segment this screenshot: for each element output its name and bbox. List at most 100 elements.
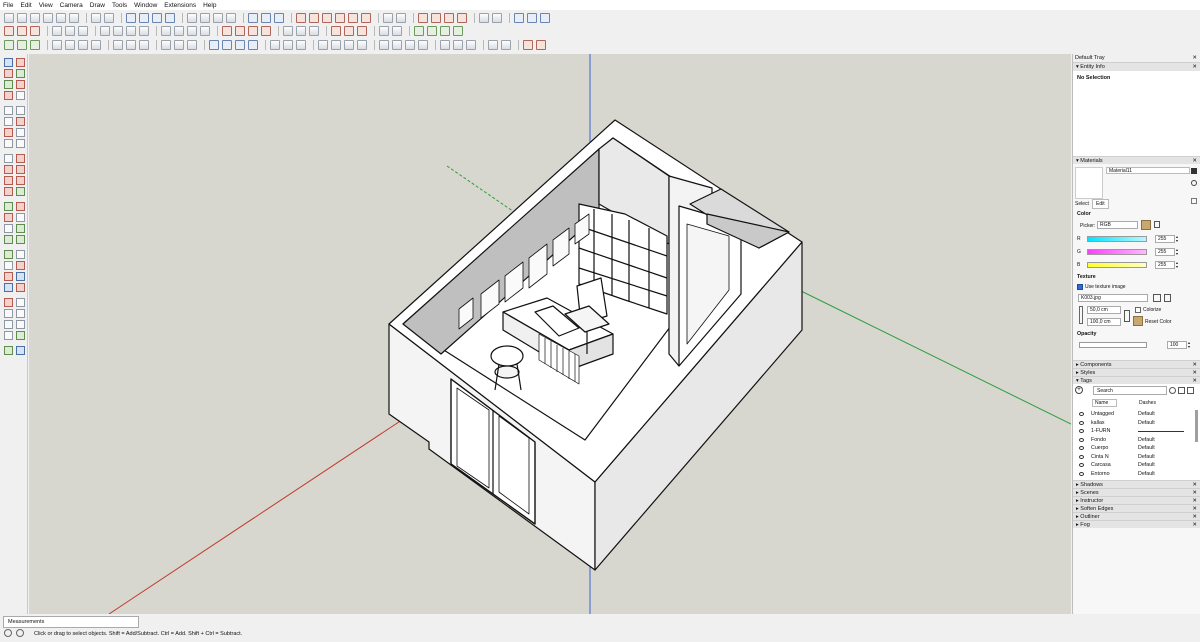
section-header[interactable]: ▸ Outliner ✕ xyxy=(1073,512,1200,520)
tag-dashes[interactable]: Default xyxy=(1138,437,1155,443)
tool-icon[interactable] xyxy=(16,91,25,100)
b-slider[interactable] xyxy=(1087,262,1147,268)
measurements-box[interactable]: Measurements xyxy=(3,616,139,628)
texture-file-field[interactable]: K003.jpg xyxy=(1078,294,1148,302)
toolbar-tb2-icon[interactable] xyxy=(174,25,184,36)
toolbar-tb1-icon[interactable] xyxy=(396,12,406,23)
toolbar-tb2-icon[interactable] xyxy=(161,25,171,36)
use-texture-checkbox[interactable] xyxy=(1077,284,1083,290)
tag-row[interactable]: Cinta N Default xyxy=(1077,454,1195,463)
tool-icon[interactable] xyxy=(4,261,13,270)
tool-icon[interactable] xyxy=(4,80,13,89)
tag-search-icon[interactable] xyxy=(1169,387,1176,394)
tool-icon[interactable] xyxy=(16,128,25,137)
tool-icon[interactable] xyxy=(4,106,13,115)
modeling-viewport[interactable] xyxy=(29,54,1071,614)
menu-edit[interactable]: Edit xyxy=(20,2,31,9)
tool-icon[interactable] xyxy=(4,69,13,78)
toolbar-tb1-icon[interactable] xyxy=(261,12,271,23)
toolbar-tb1-icon[interactable] xyxy=(457,12,467,23)
toolbar-tb2-icon[interactable] xyxy=(344,25,354,36)
section-header[interactable]: ▸ Instructor ✕ xyxy=(1073,496,1200,504)
toolbar-tb1-icon[interactable] xyxy=(296,12,306,23)
toolbar-tb2-icon[interactable] xyxy=(392,25,402,36)
toolbar-tb2-icon[interactable] xyxy=(261,25,271,36)
tool-icon[interactable] xyxy=(4,309,13,318)
visibility-eye-icon[interactable] xyxy=(1079,420,1084,425)
toolbar-tb2-icon[interactable] xyxy=(78,25,88,36)
r-spinner[interactable]: ▴ ▾ xyxy=(1176,235,1180,243)
menu-file[interactable]: File xyxy=(3,2,13,9)
menu-camera[interactable]: Camera xyxy=(60,2,83,9)
toolbar-tb3-icon[interactable] xyxy=(296,39,306,50)
tags-scrollbar[interactable] xyxy=(1195,410,1198,442)
tag-dashes[interactable]: Default xyxy=(1138,420,1155,426)
toolbar-tb2-icon[interactable] xyxy=(453,25,463,36)
tool-icon[interactable] xyxy=(16,346,25,355)
toolbar-tb1-icon[interactable] xyxy=(479,12,489,23)
toolbar-tb3-icon[interactable] xyxy=(405,39,415,50)
tray-close-icon[interactable]: ✕ xyxy=(1192,54,1197,62)
toolbar-tb3-icon[interactable] xyxy=(222,39,232,50)
info-icon[interactable] xyxy=(16,629,24,637)
styles-header[interactable]: ▸ Styles ✕ xyxy=(1073,368,1200,376)
texture-height-field[interactable]: 100,0 cm xyxy=(1087,318,1121,326)
toolbar-tb3-icon[interactable] xyxy=(466,39,476,50)
tool-icon[interactable] xyxy=(16,272,25,281)
toolbar-tb1-icon[interactable] xyxy=(444,12,454,23)
toolbar-tb2-icon[interactable] xyxy=(379,25,389,36)
materials-header[interactable]: ▾ Materials ✕ xyxy=(1073,156,1200,164)
toolbar-tb1-icon[interactable] xyxy=(540,12,550,23)
tool-icon[interactable] xyxy=(4,331,13,340)
tool-icon[interactable] xyxy=(16,309,25,318)
tool-icon[interactable] xyxy=(16,320,25,329)
toolbar-tb3-icon[interactable] xyxy=(65,39,75,50)
reset-color-label[interactable]: Reset Color xyxy=(1145,319,1171,325)
toolbar-tb3-icon[interactable] xyxy=(209,39,219,50)
opacity-slider[interactable] xyxy=(1079,342,1147,348)
visibility-eye-icon[interactable] xyxy=(1079,429,1084,433)
tab-select[interactable]: Select xyxy=(1075,201,1089,207)
toolbar-tb2-icon[interactable] xyxy=(126,25,136,36)
tool-icon[interactable] xyxy=(4,346,13,355)
toolbar-tb2-icon[interactable] xyxy=(427,25,437,36)
tool-icon[interactable] xyxy=(4,58,13,67)
tool-icon[interactable] xyxy=(4,165,13,174)
tag-dashes[interactable]: Default xyxy=(1138,454,1155,460)
tag-row[interactable]: Carcasa Default xyxy=(1077,462,1195,471)
tag-row[interactable]: Cuerpo Default xyxy=(1077,445,1195,454)
tool-icon[interactable] xyxy=(16,261,25,270)
visibility-eye-icon[interactable] xyxy=(1079,471,1084,476)
tool-icon[interactable] xyxy=(16,69,25,78)
tag-row[interactable]: Untagged Default xyxy=(1077,411,1195,420)
g-spinner[interactable]: ▴ ▾ xyxy=(1176,248,1180,256)
visibility-eye-icon[interactable] xyxy=(1079,463,1084,467)
toolbar-tb2-icon[interactable] xyxy=(52,25,62,36)
tool-icon[interactable] xyxy=(16,80,25,89)
toolbar-tb3-icon[interactable] xyxy=(318,39,328,50)
toolbar-tb1-icon[interactable] xyxy=(91,12,101,23)
toolbar-tb3-icon[interactable] xyxy=(418,39,428,50)
toolbar-tb2-icon[interactable] xyxy=(283,25,293,36)
toolbar-tb1-icon[interactable] xyxy=(361,12,371,23)
material-lock-icon[interactable] xyxy=(1191,168,1197,174)
tool-icon[interactable] xyxy=(4,235,13,244)
toolbar-tb3-icon[interactable] xyxy=(392,39,402,50)
toolbar-tb3-icon[interactable] xyxy=(187,39,197,50)
tool-icon[interactable] xyxy=(4,283,13,292)
toolbar-tb1-icon[interactable] xyxy=(17,12,27,23)
entity-info-close-icon[interactable]: ✕ xyxy=(1192,63,1197,71)
tag-row[interactable]: 1-FURN xyxy=(1077,428,1195,437)
section-header[interactable]: ▸ Shadows ✕ xyxy=(1073,480,1200,488)
toolbar-tb3-icon[interactable] xyxy=(453,39,463,50)
colorize-checkbox[interactable] xyxy=(1135,307,1141,313)
tool-icon[interactable] xyxy=(4,154,13,163)
toolbar-tb1-icon[interactable] xyxy=(187,12,197,23)
tool-icon[interactable] xyxy=(16,283,25,292)
toolbar-tb2-icon[interactable] xyxy=(139,25,149,36)
toolbar-tb3-icon[interactable] xyxy=(78,39,88,50)
toolbar-tb2-icon[interactable] xyxy=(4,25,14,36)
toolbar-tb3-icon[interactable] xyxy=(270,39,280,50)
toolbar-tb3-icon[interactable] xyxy=(440,39,450,50)
tool-icon[interactable] xyxy=(4,128,13,137)
